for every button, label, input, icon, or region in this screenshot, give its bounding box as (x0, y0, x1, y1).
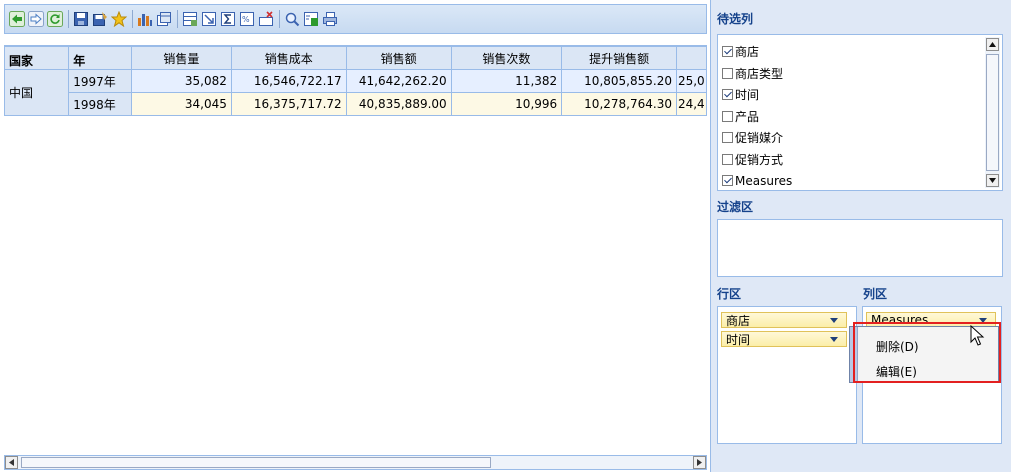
field-item-store[interactable]: 商店 (718, 41, 1002, 63)
field-item-time[interactable]: 时间 (718, 84, 1002, 106)
toolbar: % (4, 4, 707, 34)
export-excel-icon[interactable] (303, 11, 319, 27)
row-header-country[interactable]: 国家 (4, 46, 70, 70)
filter-drop-zone[interactable] (717, 219, 1003, 277)
toolbar-separator (177, 10, 178, 28)
field-label: Measures (735, 173, 793, 188)
column-header[interactable]: 提升销售额 (561, 46, 677, 70)
save-as-icon[interactable] (92, 11, 108, 27)
back-icon[interactable] (9, 11, 25, 27)
field-item-promotion-method[interactable]: 促销方式 (718, 149, 1002, 171)
delete-empty-icon[interactable] (258, 11, 274, 27)
chevron-down-icon[interactable] (979, 318, 987, 323)
chip-label: 时间 (726, 332, 751, 347)
field-label: 时间 (735, 88, 760, 103)
forward-icon[interactable] (28, 11, 44, 27)
row-dimension-chip-time[interactable]: 时间 (721, 331, 847, 347)
table-cell: 34,045 (130, 92, 232, 116)
chevron-down-icon[interactable] (830, 318, 838, 323)
table-cell: 16,546,722.17 (230, 69, 347, 93)
menu-icon-strip (850, 327, 858, 382)
column-header[interactable]: 销售次数 (450, 46, 563, 70)
table-cell: 35,082 (130, 69, 232, 93)
table-cell-overflow: 24,4 (675, 92, 707, 116)
field-label: 商店类型 (735, 66, 784, 81)
horizontal-scrollbar[interactable] (4, 455, 707, 470)
table-cell: 16,375,717.72 (230, 92, 347, 116)
drill-icon[interactable] (201, 11, 217, 27)
checkbox[interactable] (722, 175, 733, 187)
pivot-icon[interactable] (156, 11, 172, 27)
scroll-left-icon[interactable] (5, 456, 18, 469)
field-label: 促销媒介 (735, 131, 784, 146)
row-member-year[interactable]: 1997年 (68, 69, 132, 93)
chip-label: 商店 (726, 313, 751, 328)
mouse-cursor-icon (970, 325, 985, 346)
horizontal-scroll-thumb[interactable] (21, 457, 491, 468)
table-row: 中国 1997年 35,082 16,546,722.17 41,642,262… (4, 69, 707, 116)
column-header-overflow[interactable] (675, 46, 707, 70)
pivot-grid-area: 国家 年 销售量 销售成本 销售额 销售次数 提升销售额 中国 1997年 35… (4, 45, 707, 454)
refresh-icon[interactable] (47, 11, 63, 27)
column-header[interactable]: 销售额 (345, 46, 452, 70)
field-item-promotion-media[interactable]: 促销媒介 (718, 127, 1002, 149)
column-header[interactable]: 销售量 (130, 46, 232, 70)
chip-label: Measures (871, 313, 929, 327)
field-label: 产品 (735, 109, 760, 124)
pivot-table: 国家 年 销售量 销售成本 销售额 销售次数 提升销售额 中国 1997年 35… (4, 46, 707, 116)
chevron-down-icon[interactable] (830, 337, 838, 342)
filter-icon[interactable] (182, 11, 198, 27)
field-config-panel: 待选列 商店 商店类型 时间 产品 促销媒介 促销方式 Measures 过滤区… (711, 0, 1011, 472)
favorite-star-icon[interactable] (111, 11, 127, 27)
table-cell: 41,642,262.20 (345, 69, 452, 93)
print-icon[interactable] (322, 11, 338, 27)
row-member-year[interactable]: 1998年 (68, 92, 132, 116)
checkbox[interactable] (722, 89, 733, 101)
vertical-scrollbar[interactable] (985, 37, 1000, 188)
search-icon[interactable] (284, 11, 300, 27)
format-icon[interactable]: % (239, 11, 255, 27)
save-icon[interactable] (73, 11, 89, 27)
chart-icon[interactable] (137, 11, 153, 27)
filter-area-title: 过滤区 (717, 200, 754, 214)
row-area-title: 行区 (717, 287, 742, 301)
toolbar-separator (132, 10, 133, 28)
pivot-view-pane: % 国家 年 销售量 销售成本 销售额 销售次数 提升销售额 中国 1997年 … (0, 0, 711, 472)
table-cell-overflow: 25,0 (675, 69, 707, 93)
svg-text:%: % (242, 15, 250, 24)
table-cell: 10,996 (450, 92, 563, 116)
field-item-product[interactable]: 产品 (718, 106, 1002, 128)
field-list: 商店 商店类型 时间 产品 促销媒介 促销方式 Measures (717, 34, 1003, 191)
field-list-title: 待选列 (717, 12, 754, 26)
table-cell: 10,805,855.20 (561, 69, 677, 93)
sum-icon[interactable] (220, 11, 236, 27)
checkbox[interactable] (722, 67, 733, 79)
toolbar-separator (68, 10, 69, 28)
header-row: 国家 年 销售量 销售成本 销售额 销售次数 提升销售额 (4, 46, 707, 70)
checkbox[interactable] (722, 132, 733, 144)
row-header-year[interactable]: 年 (68, 46, 132, 70)
field-item-store-type[interactable]: 商店类型 (718, 63, 1002, 85)
table-row: 1998年 34,045 16,375,717.72 40,835,889.00… (5, 92, 707, 116)
vertical-scroll-thumb[interactable] (986, 54, 999, 171)
column-area-title: 列区 (863, 287, 888, 301)
scroll-up-icon[interactable] (986, 38, 999, 51)
checkbox[interactable] (722, 153, 733, 165)
field-item-measures[interactable]: Measures (718, 170, 1002, 192)
field-label: 促销方式 (735, 152, 784, 167)
menu-item-delete[interactable]: 删除(D) (876, 338, 919, 355)
row-member-country[interactable]: 中国 (4, 69, 70, 116)
checkbox[interactable] (722, 46, 733, 58)
column-header[interactable]: 销售成本 (230, 46, 347, 70)
table-cell: 11,382 (450, 69, 563, 93)
table-cell: 10,278,764.30 (561, 92, 677, 116)
scroll-down-icon[interactable] (986, 174, 999, 187)
checkbox[interactable] (722, 110, 733, 122)
row-dimension-chip-store[interactable]: 商店 (721, 312, 847, 328)
field-label: 商店 (735, 45, 760, 60)
toolbar-separator (279, 10, 280, 28)
table-cell: 40,835,889.00 (345, 92, 452, 116)
menu-item-edit[interactable]: 编辑(E) (876, 363, 917, 380)
scroll-right-icon[interactable] (693, 456, 706, 469)
